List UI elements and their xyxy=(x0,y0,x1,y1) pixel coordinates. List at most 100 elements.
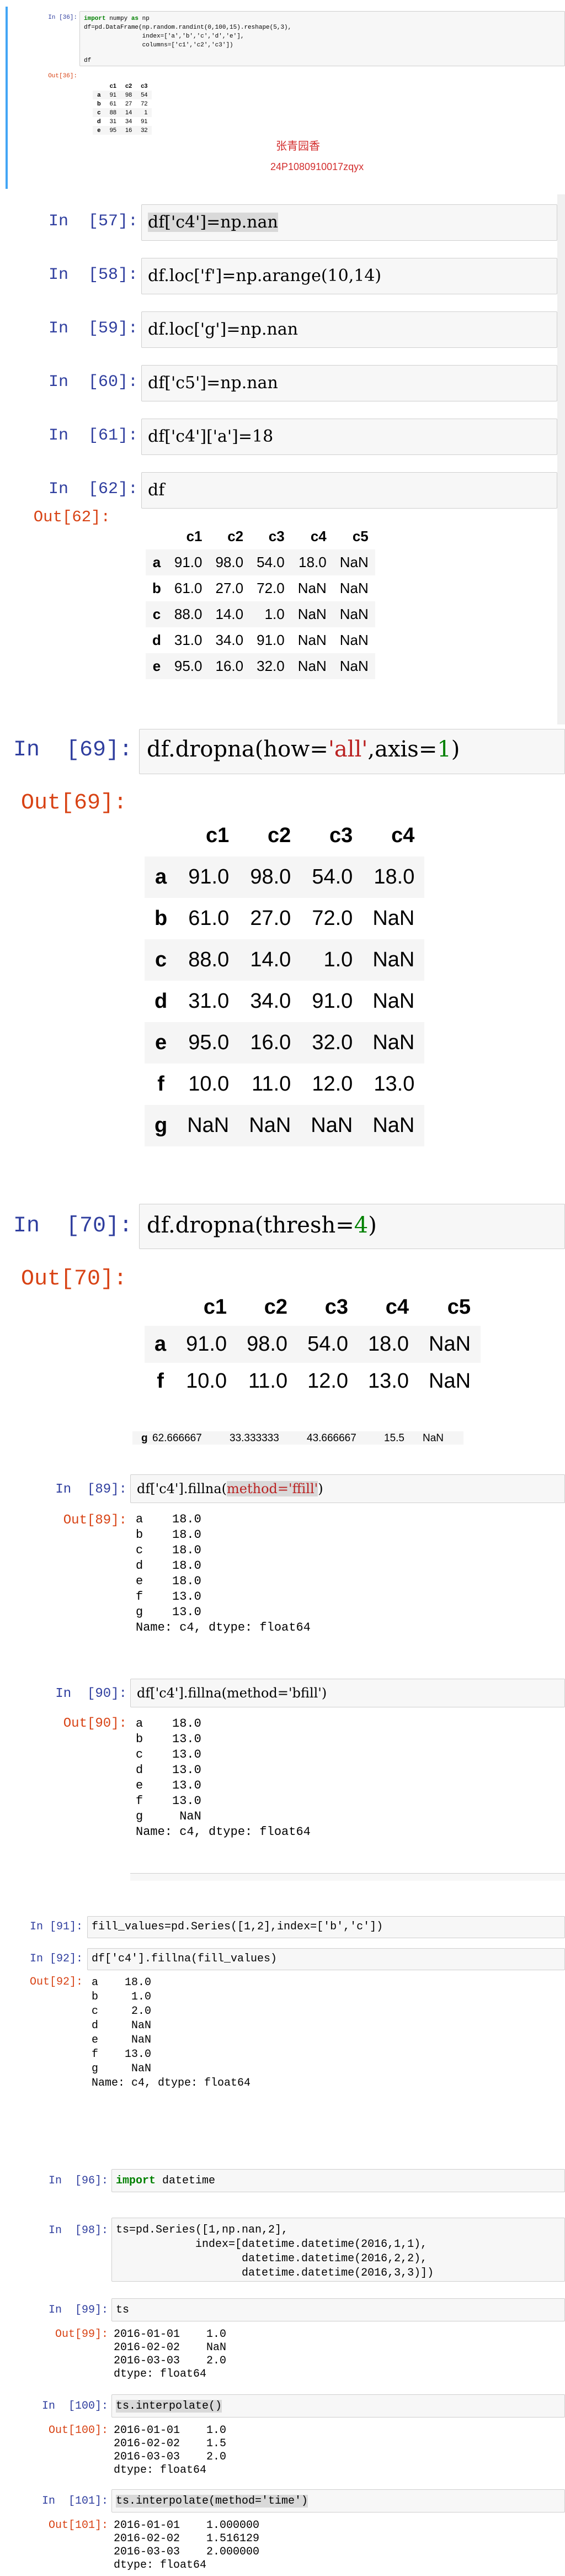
row-label: c xyxy=(97,109,101,116)
watermark-name: 张青园香 xyxy=(276,139,320,152)
code-text: df.loc['f']=np.arange(10,14) xyxy=(148,266,382,285)
table-cell: 61.0 xyxy=(188,907,230,930)
out-prompt: Out[62]: xyxy=(33,508,110,526)
index-header xyxy=(145,1289,176,1326)
table-cell: 54.0 xyxy=(312,865,353,888)
dataframe-output-62: c1 c2 c3 c4 c5 a 91.0 98.0 54.0 18.0 NaN b 61.0 27.0 7… xyxy=(146,523,375,679)
table-row: b 61 27 72 xyxy=(93,99,152,108)
out-prompt: Out[90]: xyxy=(63,1716,127,1731)
table-cell: 88.0 xyxy=(174,606,202,622)
table-cell: 91 xyxy=(141,118,148,125)
table-cell: 91.0 xyxy=(312,990,353,1013)
table-row: b 61.0 27.0 72.0 NaN xyxy=(145,898,424,939)
scrollbar[interactable] xyxy=(557,194,565,724)
table-cell: NaN xyxy=(372,948,415,971)
column-header: c3 xyxy=(268,528,285,544)
table-cell: 16.0 xyxy=(215,658,244,674)
selected-cell-bar xyxy=(6,7,8,189)
row-label: c xyxy=(155,948,167,971)
table-row: d 31.0 34.0 91.0 NaN xyxy=(145,981,424,1022)
table-cell: NaN xyxy=(339,658,369,674)
panel-cells-91-92: In [91]: fill_values=pd.Series([1,2],ind… xyxy=(0,1881,565,2135)
code-line-3: index=['a','b','c','d','e'], xyxy=(84,33,244,40)
column-header: c2 xyxy=(268,824,291,847)
column-header: c3 xyxy=(324,1295,349,1319)
table-cell: 32.0 xyxy=(312,1031,353,1054)
table-row: e 95 16 32 xyxy=(93,126,152,135)
in-prompt: In [69]: xyxy=(13,738,132,763)
table-cell: 72 xyxy=(141,100,148,107)
in-prompt: In [90]: xyxy=(55,1686,127,1701)
in-prompt: In [59]: xyxy=(48,319,138,338)
table-cell: 54 xyxy=(141,92,148,98)
dataframe-output-69: c1 c2 c3 c4 a 91.0 98.0 54.0 18.0 b 61.0 27.0 72.0 Na… xyxy=(145,815,425,1146)
table-cell: 61 xyxy=(109,100,116,107)
out-prompt: Out[101]: xyxy=(48,2519,108,2532)
table-cell: 12.0 xyxy=(307,1369,349,1393)
table-cell: 98 xyxy=(125,92,132,98)
code-text: ts.interpolate(method='time') xyxy=(116,2495,308,2508)
table-row: c 88 14 1 xyxy=(93,108,152,117)
column-header: c4 xyxy=(385,1295,409,1319)
code-text: ts xyxy=(116,2304,130,2316)
in-prompt: In [62]: xyxy=(48,480,138,499)
row-label: d xyxy=(154,990,168,1013)
table-cell: NaN xyxy=(249,1114,291,1137)
code-input-99[interactable] xyxy=(111,2298,565,2321)
table-cell: 16 xyxy=(125,127,132,134)
out-prompt: Out[99]: xyxy=(55,2328,108,2341)
table-cell: NaN xyxy=(339,606,369,622)
table-cell: NaN xyxy=(339,554,369,570)
table-row: a 91 98 54 xyxy=(93,91,152,99)
code-input-cell[interactable] xyxy=(141,472,557,509)
column-header: c1 xyxy=(186,528,202,544)
row-label: b xyxy=(97,100,101,107)
column-header: c1 xyxy=(109,83,116,89)
table-cell: NaN xyxy=(339,580,369,596)
index-header xyxy=(93,82,105,91)
table-cell: NaN xyxy=(372,990,415,1013)
column-header: c1 xyxy=(203,1295,227,1319)
out-prompt: Out[36]: xyxy=(48,73,77,80)
in-prompt: In [60]: xyxy=(48,373,138,392)
table-cell: 43.666667 xyxy=(307,1432,356,1444)
in-prompt: In [100]: xyxy=(41,2400,108,2413)
table-cell: 10.0 xyxy=(188,1072,230,1096)
table-cell: 95 xyxy=(109,127,116,134)
table-cell: NaN xyxy=(423,1432,444,1444)
code-text: df.dropna(how='all',axis=1) xyxy=(147,737,460,762)
in-prompt: In [58]: xyxy=(48,266,138,284)
table-cell: 13.0 xyxy=(368,1369,409,1393)
code-text: df.dropna(thresh=4) xyxy=(147,1213,377,1238)
table-cell: NaN xyxy=(372,907,415,930)
table-cell: 88.0 xyxy=(188,948,230,971)
table-cell: 18.0 xyxy=(374,865,415,888)
table-cell: 1.0 xyxy=(323,948,353,971)
table-row: a 91.0 98.0 54.0 18.0 NaN xyxy=(145,1326,481,1363)
panel-cells-96-101: In [96]: import datetime In [98]: ts=pd.… xyxy=(0,2135,565,2576)
row-label: e xyxy=(97,127,101,134)
column-header: c1 xyxy=(205,824,230,847)
panel-cells-57-62: In [57]: df['c4']=np.nan In [58]: df.loc['f… xyxy=(0,194,565,724)
table-cell: 31 xyxy=(109,118,116,125)
table-cell: 72.0 xyxy=(312,907,353,930)
table-cell: 15.5 xyxy=(384,1432,404,1444)
out-prompt: Out[92]: xyxy=(29,1976,83,1988)
table-cell: 54.0 xyxy=(257,554,285,570)
column-header: c5 xyxy=(447,1295,471,1319)
table-cell: NaN xyxy=(429,1332,471,1356)
table-row: c 88.0 14.0 1.0 NaN xyxy=(145,939,425,981)
table-row: d 31.0 34.0 91.0 NaN NaN xyxy=(146,627,375,653)
in-prompt: In [61]: xyxy=(48,426,138,445)
table-row: c 88.0 14.0 1.0 NaN NaN xyxy=(146,601,375,627)
table-cell: 1.0 xyxy=(264,606,285,622)
table-cell: NaN xyxy=(429,1369,471,1393)
table-row: a 91.0 98.0 54.0 18.0 xyxy=(145,856,425,898)
table-cell: 61.0 xyxy=(174,580,202,596)
table-cell: 27.0 xyxy=(250,907,291,930)
row-label: d xyxy=(152,632,161,648)
table-cell: 95.0 xyxy=(188,1031,230,1054)
row-label: f xyxy=(157,1072,164,1096)
row-label: d xyxy=(97,118,101,125)
table-cell: 33.333333 xyxy=(230,1432,279,1444)
